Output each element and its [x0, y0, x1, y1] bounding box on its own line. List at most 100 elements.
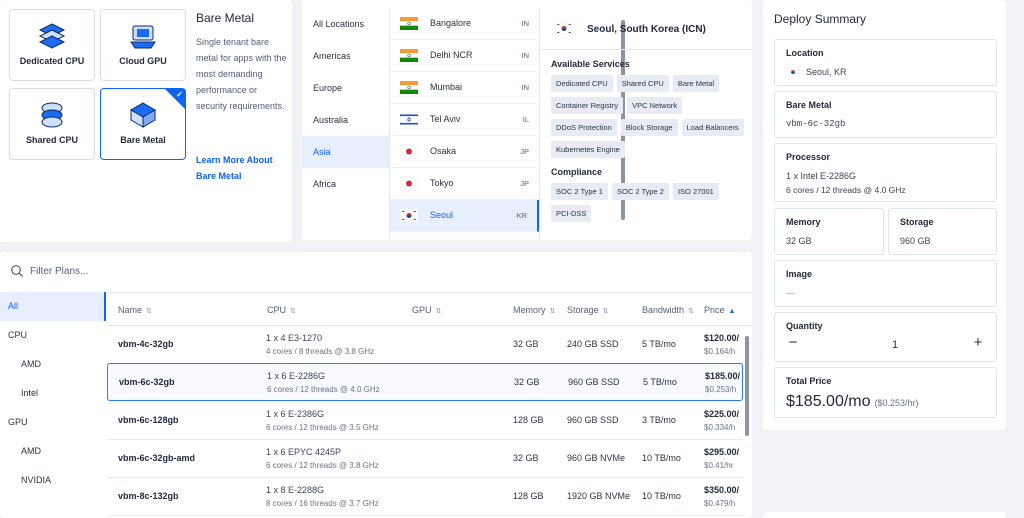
city-name: Tokyo — [430, 178, 454, 188]
table-row[interactable]: vbm-6c-128gb 1 x 6 E-2386G 6 cores / 12 … — [107, 402, 743, 440]
services-heading: Available Services — [551, 59, 630, 69]
col-bandwidth[interactable]: Bandwidth ⇅ — [642, 305, 694, 315]
india-flag-icon — [400, 49, 418, 62]
region-asia[interactable]: Asia — [302, 136, 389, 168]
summary-image: Image --- — [774, 260, 997, 307]
summary-plan: Bare Metal vbm-6c-32gb — [774, 91, 997, 138]
service-chip: Shared CPU — [616, 75, 669, 92]
summary-label: Memory — [786, 217, 821, 227]
plans-table: Name ⇅ CPU ⇅ GPU ⇅ Memory ⇅ Storage ⇅ Bandwid… — [107, 292, 752, 518]
cloud-gpu-icon — [130, 25, 156, 49]
table-header: Name ⇅ CPU ⇅ GPU ⇅ Memory ⇅ Storage ⇅ Bandwid… — [107, 292, 752, 326]
city-tel-aviv[interactable]: Tel Aviv IL — [390, 104, 539, 136]
plan-storage: 960 GB NVMe — [567, 453, 626, 463]
region-europe[interactable]: Europe — [302, 72, 389, 104]
country-code: JP — [520, 147, 529, 156]
table-row[interactable]: vbm-8c-132gb 1 x 8 E-2288G 8 cores / 16 … — [107, 478, 743, 516]
plan-price: $295.00/ — [704, 447, 740, 457]
country-code: IL — [522, 115, 529, 124]
plan-price: $120.00/ — [704, 333, 740, 343]
plan-bandwidth: 3 TB/mo — [642, 415, 676, 425]
col-label: CPU — [267, 305, 287, 315]
plan-cpu-detail: 6 cores / 12 threads @ 3.8 GHz — [266, 461, 379, 470]
sort-icon: ⇅ — [602, 308, 609, 315]
table-row[interactable]: vbm-6c-32gb-amd 1 x 6 EPYC 4245P 6 cores… — [107, 440, 743, 478]
region-americas[interactable]: Americas — [302, 40, 389, 72]
table-row-selected[interactable]: vbm-6c-32gb 1 x 6 E-2286G 6 cores / 12 t… — [107, 363, 743, 401]
plan-memory: 32 GB — [513, 453, 539, 463]
server-type-label: Cloud GPU — [119, 56, 167, 66]
location-panel: All Locations Americas Europe Australia … — [302, 0, 752, 240]
india-flag-icon — [400, 17, 418, 30]
sort-icon: ⇅ — [435, 308, 442, 315]
plan-cat-all[interactable]: All — [0, 292, 106, 321]
server-type-bare-metal[interactable]: ✓ Bare Metal — [100, 88, 186, 160]
filter-plans-input[interactable] — [30, 261, 330, 281]
col-gpu[interactable]: GPU ⇅ — [412, 305, 441, 315]
city-osaka[interactable]: Osaka JP — [390, 136, 539, 168]
plan-price-hourly: $0.41/hr — [704, 461, 734, 470]
plan-cpu: 1 x 6 E-2286G — [267, 371, 326, 381]
city-tokyo[interactable]: Tokyo JP — [390, 168, 539, 200]
col-cpu[interactable]: CPU ⇅ — [267, 305, 296, 315]
plan-cat-gpu[interactable]: GPU — [0, 408, 106, 437]
city-bangalore[interactable]: Bangalore IN — [390, 8, 539, 40]
server-type-cloud-gpu[interactable]: Cloud GPU — [100, 9, 186, 81]
quantity-decrease-button[interactable]: − — [785, 335, 801, 351]
compliance-chip: SOC 2 Type 1 — [551, 183, 608, 200]
quantity-increase-button[interactable]: + — [970, 335, 986, 351]
col-memory[interactable]: Memory ⇅ — [513, 305, 555, 315]
region-africa[interactable]: Africa — [302, 168, 389, 200]
service-chip: VPC Network — [627, 97, 683, 114]
table-row[interactable]: vbm-4c-32gb 1 x 4 E3-1270 4 cores / 8 th… — [107, 326, 743, 364]
col-storage[interactable]: Storage ⇅ — [567, 305, 608, 315]
learn-more-link[interactable]: Learn More About Bare Metal — [196, 152, 288, 184]
server-type-dedicated-cpu[interactable]: Dedicated CPU — [9, 9, 95, 81]
summary-value: Seoul, KR — [806, 67, 847, 77]
plan-cat-gpu-nvidia[interactable]: NVIDIA — [0, 466, 106, 495]
col-label: Memory — [513, 305, 546, 315]
table-scrollbar[interactable] — [745, 336, 749, 436]
plan-cat-gpu-amd[interactable]: AMD — [0, 437, 106, 466]
region-all-locations[interactable]: All Locations — [302, 8, 389, 40]
plan-cat-cpu-intel[interactable]: Intel — [0, 379, 106, 408]
plan-cpu-detail: 8 cores / 16 threads @ 3.7 GHz — [266, 499, 379, 508]
summary-label: Total Price — [786, 376, 832, 386]
country-code: IN — [521, 83, 530, 92]
summary-value-detail: 6 cores / 12 threads @ 4.0 GHz — [786, 185, 906, 195]
server-type-description: Single tenant bare metal for apps with t… — [196, 37, 287, 111]
compliance-chip: ISO 27001 — [672, 183, 719, 200]
plan-bandwidth: 5 TB/mo — [642, 339, 676, 349]
plan-cpu-detail: 4 cores / 8 threads @ 3.8 GHz — [266, 347, 375, 356]
plan-cpu: 1 x 6 E-2386G — [266, 409, 325, 419]
service-chip: Bare Metal — [672, 75, 720, 92]
server-type-label: Bare Metal — [120, 135, 166, 145]
city-name: Osaka — [430, 146, 457, 156]
panel-edge — [763, 512, 1006, 518]
col-label: Name — [118, 305, 143, 315]
region-australia[interactable]: Australia — [302, 104, 389, 136]
plan-storage: 240 GB SSD — [567, 339, 619, 349]
col-name[interactable]: Name ⇅ — [118, 305, 152, 315]
server-type-panel: Dedicated CPU Cloud GPU Shared CPU ✓ Bar… — [0, 0, 292, 242]
quantity-value[interactable]: 1 — [875, 339, 915, 351]
summary-memory: Memory 32 GB — [774, 208, 884, 255]
plan-cat-cpu[interactable]: CPU — [0, 321, 106, 350]
summary-value: 32 GB — [786, 236, 812, 246]
compliance-chip: PCI-DSS — [551, 205, 592, 222]
plan-cat-cpu-amd[interactable]: AMD — [0, 350, 106, 379]
col-price[interactable]: Price ▲ — [704, 305, 735, 315]
col-label: GPU — [412, 305, 432, 315]
summary-value: 1 x Intel E-2286G — [786, 171, 857, 181]
summary-value: --- — [786, 288, 795, 298]
server-type-label: Dedicated CPU — [19, 56, 85, 66]
city-mumbai[interactable]: Mumbai IN — [390, 72, 539, 104]
service-chip: Container Registry — [551, 97, 624, 114]
server-type-shared-cpu[interactable]: Shared CPU — [9, 88, 95, 160]
plan-category-list: All CPU AMD Intel GPU AMD NVIDIA — [0, 292, 106, 518]
city-seoul[interactable]: Seoul KR — [390, 200, 539, 232]
city-delhi-ncr[interactable]: Delhi NCR IN — [390, 40, 539, 72]
region-list: All Locations Americas Europe Australia … — [302, 8, 390, 240]
compliance-chip: SOC 2 Type 2 — [611, 183, 669, 200]
plan-memory: 32 GB — [514, 377, 540, 387]
